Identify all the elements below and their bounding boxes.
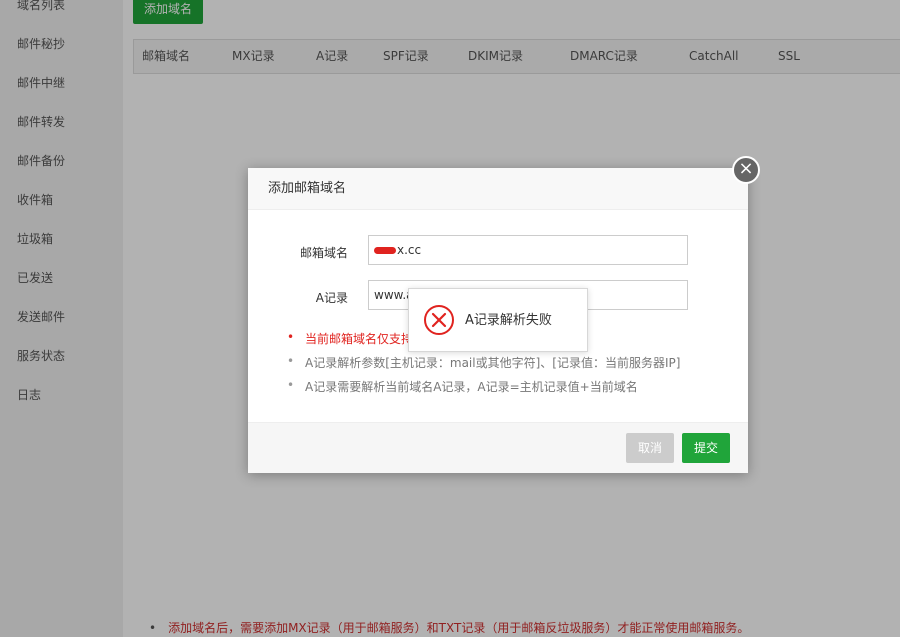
domain-field-value: x.cc [397,243,422,257]
dialog-footer: 取消 提交 [248,422,748,473]
submit-button[interactable]: 提交 [682,433,730,463]
redaction-mark [374,247,396,254]
error-circle-icon [424,305,454,335]
domain-field-label: 邮箱域名 [299,246,348,260]
error-toast: A记录解析失败 [408,288,588,352]
cancel-button[interactable]: 取消 [626,433,674,463]
tip-a-record-rule: A记录需要解析当前域名A记录，A记录=主机记录值+当前域名 [287,378,638,395]
dialog-title: 添加邮箱域名 [268,181,347,196]
toast-message: A记录解析失败 [465,313,552,328]
tip-a-record-params: A记录解析参数[主机记录：mail或其他字符]、[记录值：当前服务器IP] [287,354,680,371]
dialog-header: 添加邮箱域名 [248,168,748,210]
domain-field[interactable]: x.cc [368,235,688,265]
a-record-field-label: A记录 [315,291,348,305]
tip-domain-support: 当前邮箱域名仅支持 [287,330,413,347]
close-icon[interactable]: × [732,156,760,184]
